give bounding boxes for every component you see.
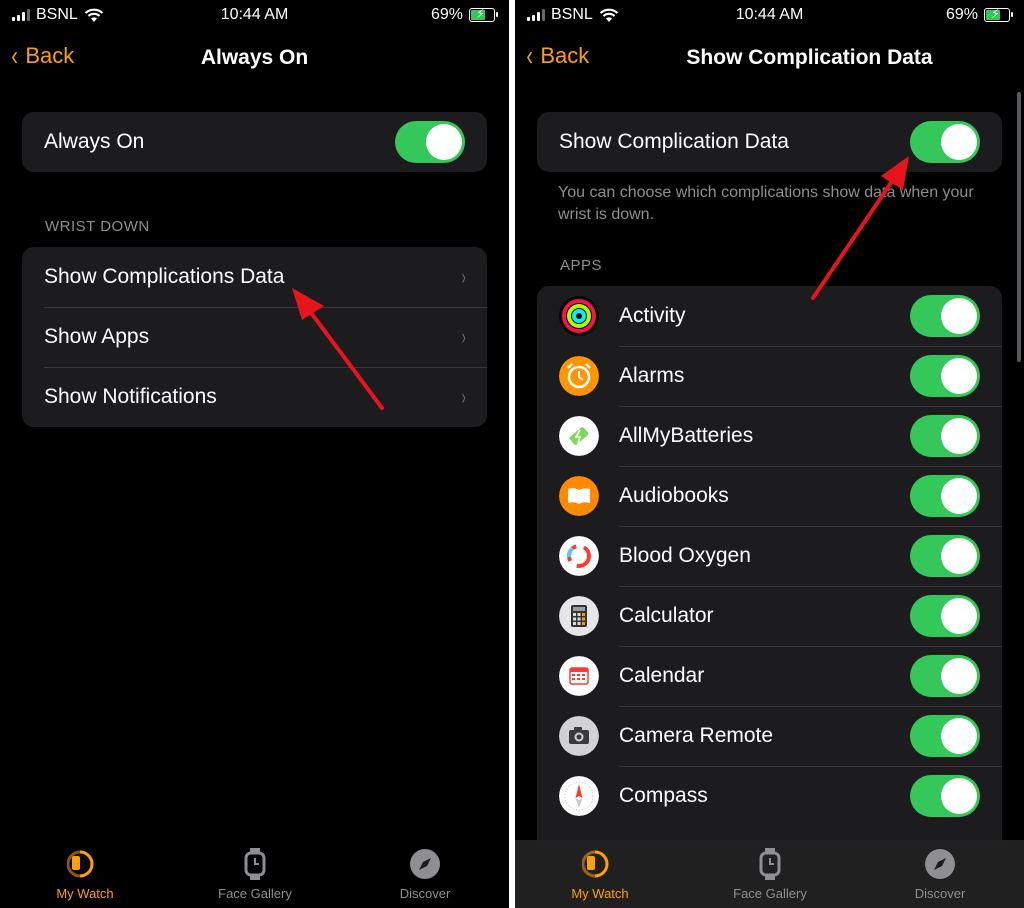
book-icon (559, 476, 599, 516)
app-row-audiobooks: Audiobooks (537, 466, 1002, 526)
scrollbar[interactable] (1017, 92, 1021, 362)
calculator-toggle[interactable] (910, 595, 980, 637)
battery-percent: 69% (430, 6, 463, 23)
show-complications-data-row[interactable]: Show Complications Data › (22, 247, 487, 307)
tab-label: Face Gallery (733, 886, 807, 901)
page-title: Show Complication Data (686, 46, 933, 69)
chevron-right-icon: › (461, 324, 466, 349)
apps-list: Activity Alarms AllMyBatteries Audiobook… (537, 286, 1002, 846)
activity-toggle[interactable] (910, 295, 980, 337)
tab-label: Face Gallery (218, 886, 292, 901)
watch-face-icon (244, 848, 266, 880)
tab-label: Discover (914, 886, 966, 901)
app-name: Compass (619, 784, 708, 807)
app-row-calendar: Calendar (537, 646, 1002, 706)
tab-face-gallery[interactable]: Face Gallery (695, 846, 845, 901)
app-name: Audiobooks (619, 484, 729, 507)
camera-remote-toggle[interactable] (910, 715, 980, 757)
activity-icon (559, 296, 599, 336)
allmybatteries-toggle[interactable] (910, 415, 980, 457)
app-row-compass: Compass (537, 766, 1002, 826)
battery-charging-icon: ⚡ (984, 6, 1013, 22)
page-title: Always On (200, 46, 309, 69)
tab-label: My Watch (571, 886, 629, 901)
tab-bar: My Watch Face Gallery Discover (515, 840, 1024, 908)
status-bar: BSNL 10:44 AM 69% ⚡ (0, 0, 509, 32)
compass-icon (410, 849, 440, 879)
tab-label: Discover (399, 886, 451, 901)
watch-face-icon (759, 848, 781, 880)
tab-face-gallery[interactable]: Face Gallery (180, 846, 330, 901)
tab-my-watch[interactable]: My Watch (525, 846, 675, 901)
chevron-right-icon: › (461, 384, 466, 409)
calendar-toggle[interactable] (910, 655, 980, 697)
alarms-toggle[interactable] (910, 355, 980, 397)
show-complication-data-toggle[interactable] (910, 121, 980, 163)
status-bar: BSNL 10:44 AM 69% ⚡ (515, 0, 1024, 32)
always-on-card: Always On (22, 112, 487, 172)
back-button[interactable]: ‹ Back (525, 42, 589, 70)
calendar-icon (559, 656, 599, 696)
calculator-icon (559, 596, 599, 636)
show-complication-data-card: Show Complication Data (537, 112, 1002, 172)
row-label: Show Notifications (44, 385, 217, 408)
app-name: Calculator (619, 604, 714, 627)
tab-label: My Watch (56, 886, 114, 901)
show-complication-data-screen: BSNL 10:44 AM 69% ⚡ ‹ Back Show Complica… (515, 0, 1024, 908)
tab-bar: My Watch Face Gallery Discover (0, 840, 509, 908)
always-on-label: Always On (44, 130, 145, 153)
compass-toggle[interactable] (910, 775, 980, 817)
back-label: Back (540, 43, 590, 68)
compass-icon (925, 849, 955, 879)
always-on-toggle[interactable] (395, 121, 465, 163)
watch-side-icon (67, 850, 94, 878)
app-row-camera-remote: Camera Remote (537, 706, 1002, 766)
section-header-wrist-down: WRIST DOWN (45, 218, 150, 235)
app-row-activity: Activity (537, 286, 1002, 346)
blood-oxygen-icon (559, 536, 599, 576)
wrist-down-options-list: Show Complications Data › Show Apps › Sh… (22, 247, 487, 427)
always-on-screen: BSNL 10:44 AM 69% ⚡ ‹ Back Always On Alw… (0, 0, 509, 908)
app-row-alarms: Alarms (537, 346, 1002, 406)
row-label: Show Complications Data (44, 265, 285, 288)
app-row-calculator: Calculator (537, 586, 1002, 646)
tab-discover[interactable]: Discover (350, 846, 500, 901)
tab-my-watch[interactable]: My Watch (10, 846, 160, 901)
show-notifications-row[interactable]: Show Notifications › (22, 367, 487, 427)
show-apps-row[interactable]: Show Apps › (22, 307, 487, 367)
app-name: Blood Oxygen (619, 544, 751, 567)
navigation-bar: ‹ Back Always On (0, 38, 509, 78)
app-row-allmybatteries: AllMyBatteries (537, 406, 1002, 466)
navigation-bar: ‹ Back Show Complication Data (515, 38, 1024, 78)
blood-oxygen-toggle[interactable] (910, 535, 980, 577)
app-name: AllMyBatteries (619, 424, 754, 447)
audiobooks-toggle[interactable] (910, 475, 980, 517)
chevron-left-icon: ‹ (526, 40, 533, 71)
alarm-clock-icon (559, 356, 599, 396)
battery-icon (559, 416, 599, 456)
app-name: Calendar (619, 664, 705, 687)
camera-icon (559, 716, 599, 756)
footer-description: You can choose which complications show … (558, 184, 974, 223)
battery-charging-icon: ⚡ (469, 6, 498, 22)
tab-discover[interactable]: Discover (865, 846, 1015, 901)
section-header-apps: APPS (560, 257, 603, 274)
compass-icon (559, 776, 599, 816)
app-row-blood-oxygen: Blood Oxygen (537, 526, 1002, 586)
show-complication-data-label: Show Complication Data (559, 130, 789, 153)
app-name: Camera Remote (619, 724, 774, 747)
battery-percent: 69% (945, 6, 978, 23)
app-name: Alarms (619, 364, 685, 387)
watch-side-icon (582, 850, 609, 878)
row-label: Show Apps (44, 325, 150, 348)
app-name: Activity (619, 304, 686, 327)
chevron-right-icon: › (461, 264, 466, 289)
